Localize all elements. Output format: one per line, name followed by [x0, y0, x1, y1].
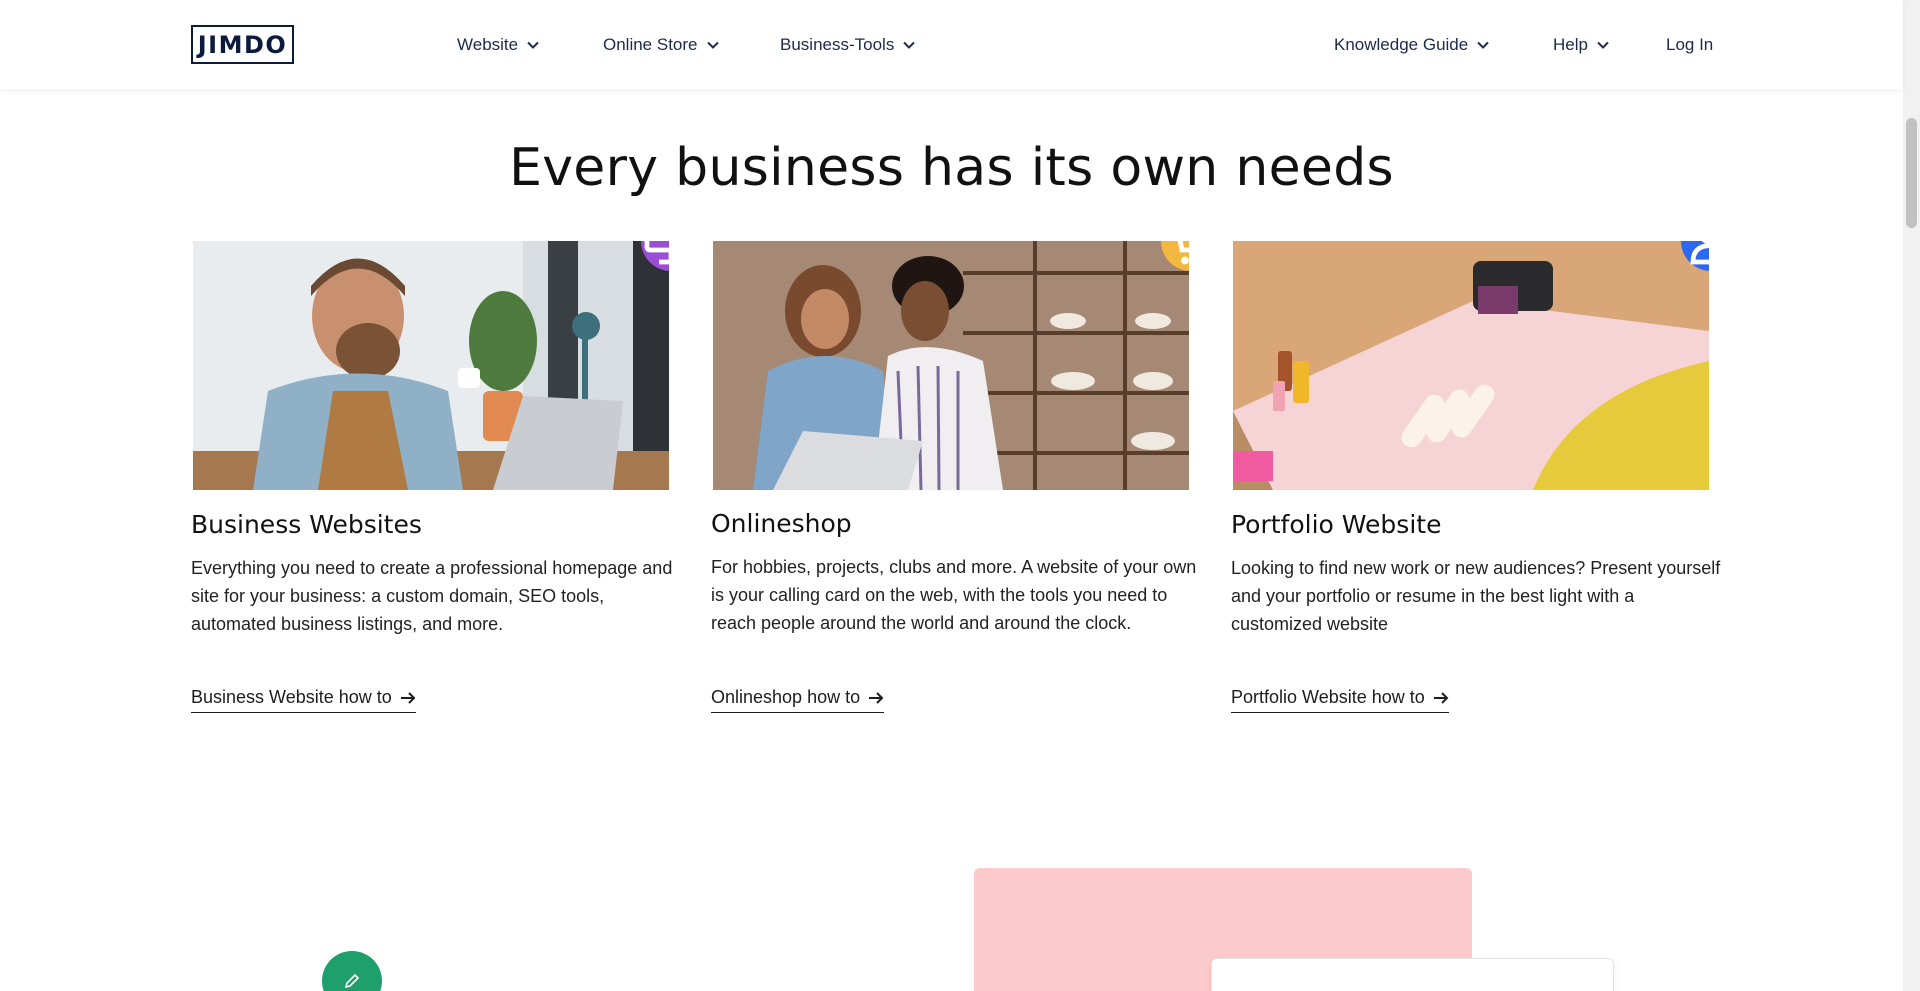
nav-online-store[interactable]: Online Store	[603, 33, 720, 57]
chevron-down-icon	[526, 38, 540, 52]
chevron-down-icon	[1596, 38, 1610, 52]
onlineshop-link-label: Onlineshop how to	[711, 687, 861, 707]
monitor-icon	[641, 241, 669, 271]
chevron-down-icon	[902, 38, 916, 52]
business-websites-description: Everything you need to create a professi…	[191, 558, 673, 634]
portfolio-website-title: Portfolio Website	[1231, 510, 1442, 539]
portfolio-website-how-to-link[interactable]: Portfolio Website how to	[1231, 687, 1449, 713]
business-website-how-to-link[interactable]: Business Website how to	[191, 687, 416, 713]
cart-icon	[1161, 241, 1189, 271]
nav-business-tools-label: Business-Tools	[780, 35, 895, 54]
business-website-link-label: Business Website how to	[191, 687, 392, 707]
portfolio-website-description: Looking to find new work or new audience…	[1231, 558, 1721, 634]
nav-knowledge-guide-label: Knowledge Guide	[1334, 35, 1469, 54]
arrow-right-icon	[1433, 691, 1449, 705]
scrollbar-thumb[interactable]	[1906, 118, 1917, 228]
chevron-down-icon	[1476, 38, 1490, 52]
onlineshop-how-to-link[interactable]: Onlineshop how to	[711, 687, 885, 713]
pencil-icon	[322, 951, 382, 991]
arrow-right-icon	[400, 691, 416, 705]
business-websites-photo	[193, 241, 669, 490]
nav-business-tools[interactable]: Business-Tools	[780, 33, 916, 57]
person-icon	[1681, 241, 1709, 271]
section-title: Every business has its own needs	[509, 138, 1394, 198]
site-header: JIMDO Website Online Store Business-Tool…	[0, 0, 1903, 89]
nav-website-label: Website	[457, 35, 519, 54]
feature-illustration-card	[1211, 958, 1614, 991]
nav-help-label: Help	[1553, 35, 1588, 54]
nav-help[interactable]: Help	[1553, 33, 1610, 57]
portfolio-website-photo	[1233, 241, 1709, 490]
nav-website[interactable]: Website	[457, 33, 540, 57]
business-websites-title: Business Websites	[191, 510, 422, 539]
arrow-right-icon	[868, 691, 884, 705]
nav-online-store-label: Online Store	[603, 35, 698, 54]
onlineshop-description: For hobbies, projects, clubs and more. A…	[711, 557, 1197, 633]
jimdo-logo[interactable]: JIMDO	[191, 25, 294, 64]
nav-knowledge-guide[interactable]: Knowledge Guide	[1334, 33, 1490, 57]
portfolio-website-link-label: Portfolio Website how to	[1231, 687, 1425, 707]
login-link[interactable]: Log In	[1666, 33, 1713, 57]
onlineshop-title: Onlineshop	[711, 509, 852, 538]
chevron-down-icon	[706, 38, 720, 52]
onlineshop-photo	[713, 241, 1189, 490]
